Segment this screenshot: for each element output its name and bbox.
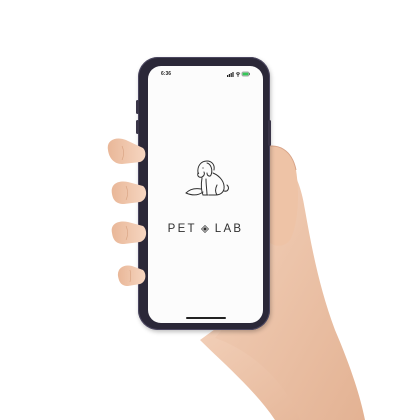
status-time: 6:36 [161, 71, 172, 77]
dog-line-art-icon [185, 160, 229, 196]
phone-side-button [268, 120, 271, 146]
status-icons [227, 71, 250, 77]
home-indicator[interactable] [186, 317, 226, 319]
brand-wordmark: PET LAB [148, 220, 263, 235]
brand-word-right: LAB [214, 222, 244, 235]
status-bar: 6:36 [148, 66, 263, 80]
diamond-icon [201, 224, 210, 233]
phone-screen[interactable]: 6:36 PET LAB [148, 66, 263, 323]
brand-word-left: PET [167, 222, 197, 235]
product-photo-scene: 6:36 PET LAB [0, 0, 420, 420]
battery-icon [241, 71, 250, 77]
phone-volume-button [136, 120, 139, 134]
wifi-icon [235, 72, 241, 77]
signal-icon [227, 72, 234, 77]
phone-volume-button [136, 100, 139, 114]
